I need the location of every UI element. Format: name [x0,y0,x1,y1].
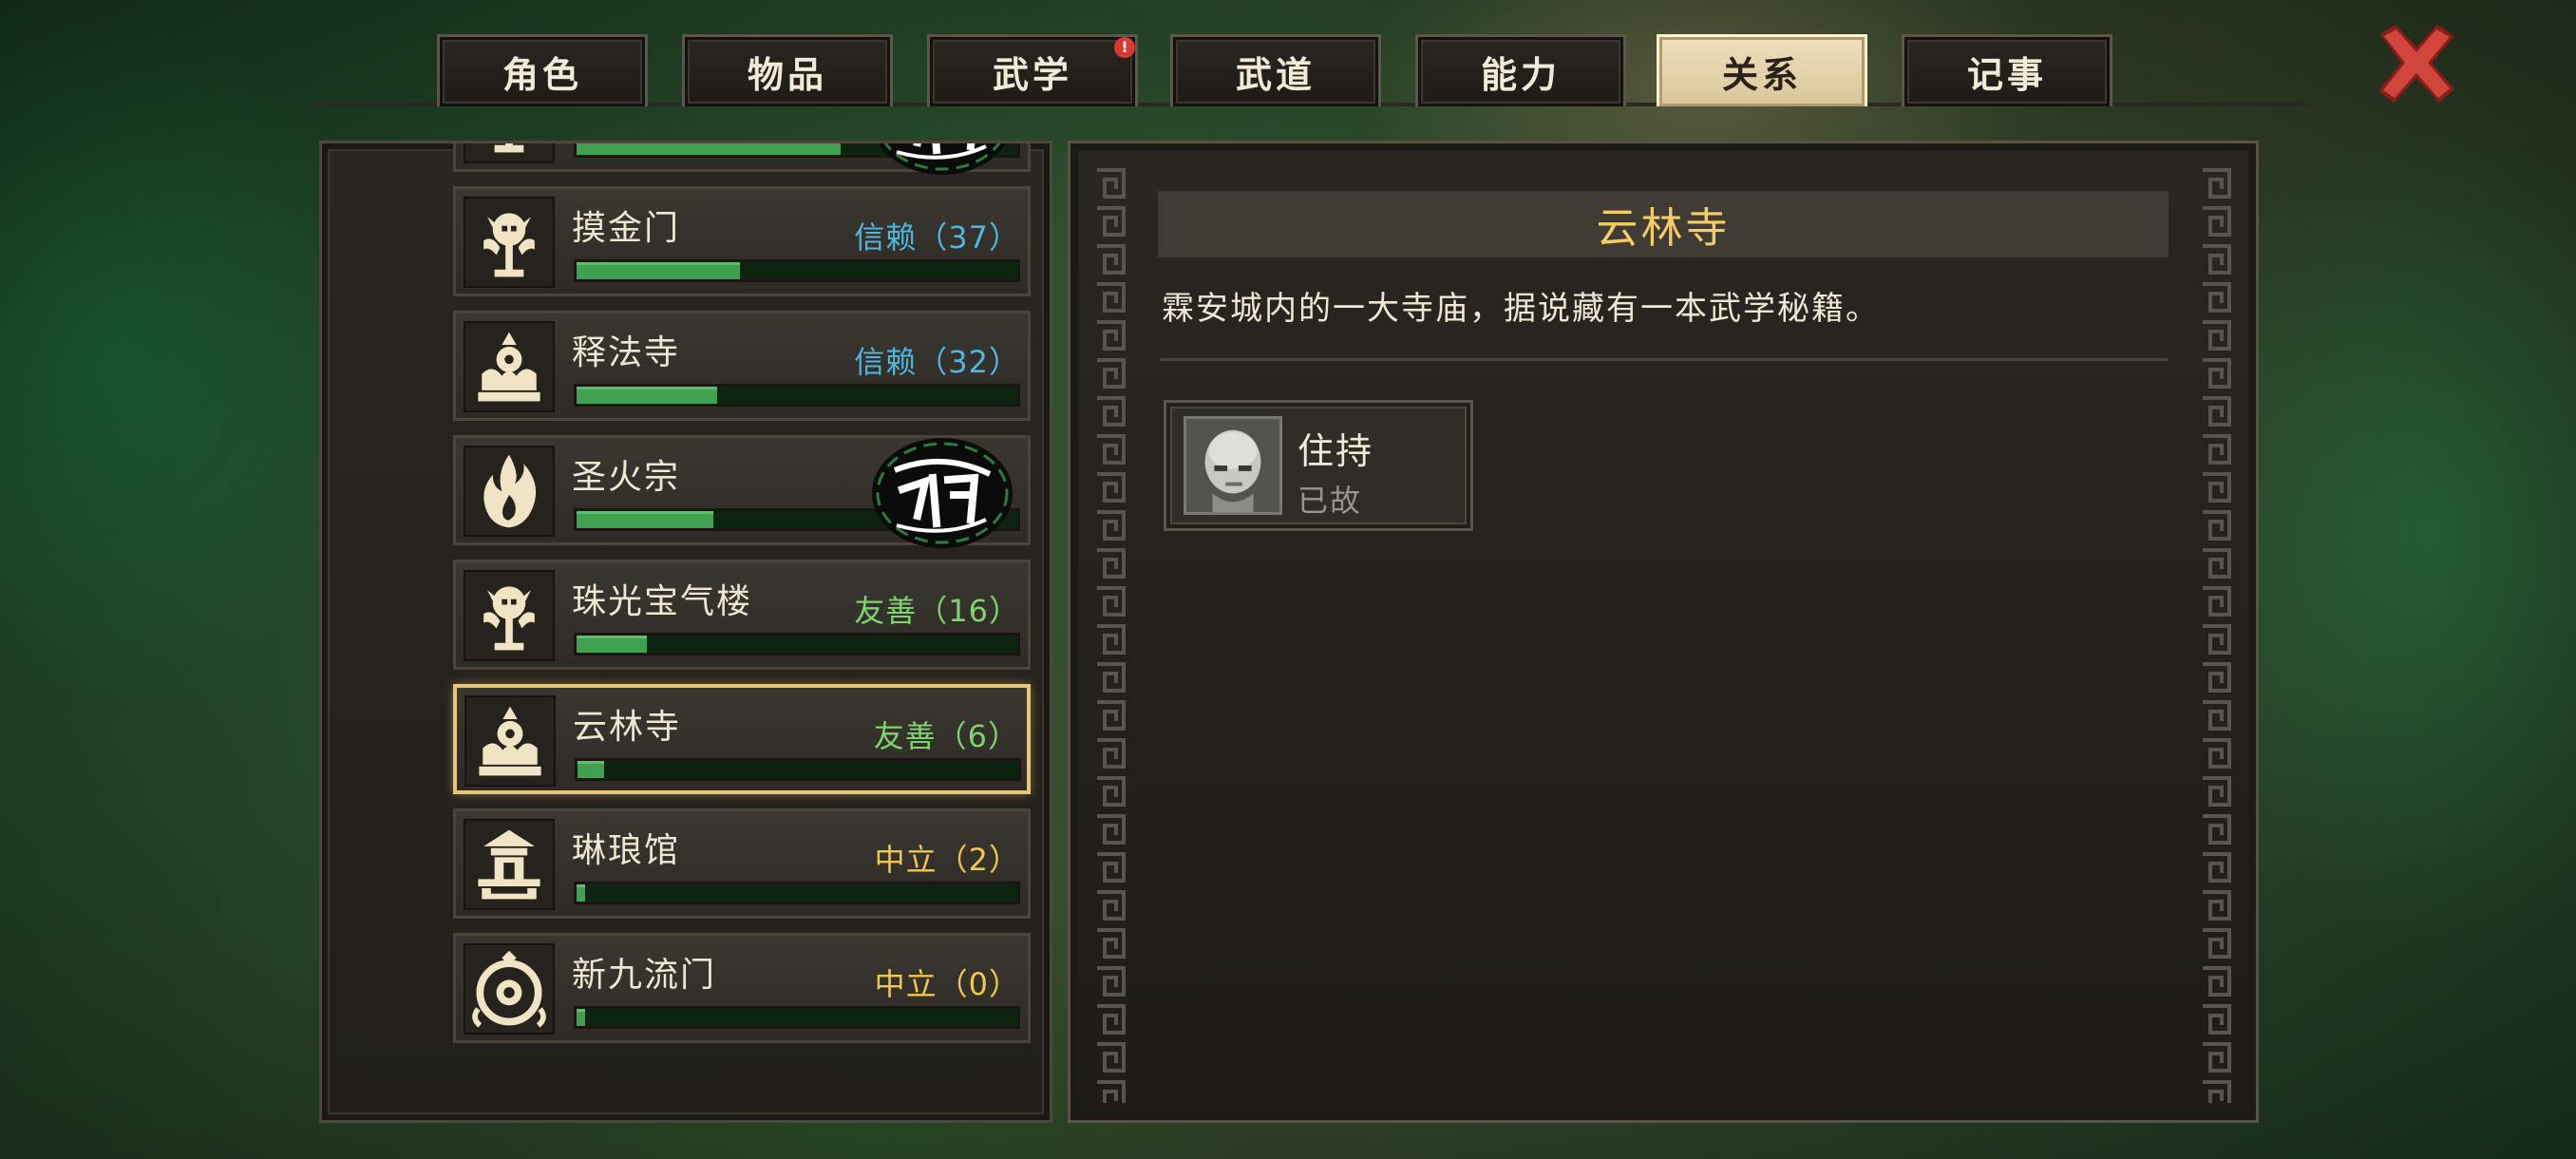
relation-bar-fill [577,636,648,653]
faction-list: 摸金门 信赖（37） 释法寺 信赖（32） 圣火宗珠光宝气楼 友善（16） 云林寺 友善（6）… [453,143,1031,1057]
tab-4[interactable]: 能力 [1415,34,1626,106]
relation-bar [574,143,1020,158]
relation-status: 中立（0） [874,966,1020,1002]
divider [1160,358,2169,361]
pavilion-emblem-icon [464,819,555,910]
tab-1[interactable]: 物品 [682,34,893,106]
faction-name: 琳琅馆 [572,831,681,870]
faction-row[interactable]: 珠光宝气楼 友善（16） [453,560,1031,670]
relation-status: 信赖（37） [854,219,1020,256]
faction-name: 云林寺 [573,708,682,747]
tab-label: 物品 [747,54,827,96]
skull-emblem-icon [464,143,555,163]
tab-5[interactable]: 关系 [1657,34,1867,106]
relation-bar-fill [577,387,718,404]
faction-row[interactable]: 云林寺 友善（6） [453,684,1031,794]
temple-emblem-icon [464,695,556,787]
tab-label: 角色 [502,54,582,96]
monk-portrait-icon [1184,416,1282,515]
detail-title-bar: 云林寺 [1158,191,2169,257]
relation-bar [574,259,1020,282]
faction-name: 珠光宝气楼 [572,582,753,621]
member-status: 已故 [1297,483,1363,519]
faction-row[interactable]: 琳琅馆 中立（2） [453,808,1031,919]
member-card[interactable]: 住持 已故 [1164,400,1473,531]
faction-detail-panel: 云林寺 霖安城内的一大寺庙，据说藏有一本武学秘籍。 住持 已故 [1068,141,2259,1123]
notification-badge-icon: ! [1114,37,1135,58]
tab-label: 能力 [1480,54,1561,96]
tab-6[interactable]: 记事 [1902,34,2112,106]
relation-bar [575,758,1021,781]
temple-emblem-icon [464,321,555,412]
tab-label: 武学 [992,54,1072,96]
skull-emblem-icon [464,570,555,661]
faction-name: 圣火宗 [572,458,681,497]
tab-0[interactable]: 角色 [437,34,648,106]
tab-label: 记事 [1966,54,2047,96]
faction-row[interactable] [453,143,1031,175]
meander-border-right [2199,166,2233,1103]
close-button[interactable] [2371,17,2462,108]
faction-row[interactable]: 释法寺 信赖（32） [453,311,1031,421]
skull-emblem-icon [464,197,555,288]
relation-bar-fill [577,511,713,528]
relation-status: 中立（2） [874,842,1020,878]
faction-name: 摸金门 [572,209,681,248]
relation-bar-fill [577,143,842,155]
tab-3[interactable]: 武道 [1170,34,1381,106]
tab-label: 关系 [1721,54,1802,96]
close-x-icon [2378,25,2454,103]
relation-status: 友善（6） [873,718,1019,754]
relation-bar-fill [578,761,604,778]
tab-2[interactable]: 武学! [927,34,1138,106]
relation-status: 友善（16） [854,593,1020,629]
faction-name: 新九流门 [572,956,717,995]
faction-name: 释法寺 [572,333,681,372]
relation-bar-fill [577,884,586,902]
relation-bar [574,882,1020,904]
relation-bar-fill [577,262,740,279]
relation-bar [574,1006,1020,1029]
detail-description: 霖安城内的一大寺庙，据说藏有一本武学秘籍。 [1162,290,1880,328]
detail-title: 云林寺 [1596,204,1731,253]
relation-status: 信赖（32） [854,344,1020,380]
relation-bar [574,384,1020,407]
faction-list-panel[interactable]: 摸金门 信赖（37） 释法寺 信赖（32） 圣火宗珠光宝气楼 友善（16） 云林寺 友善（6）… [319,141,1052,1123]
swirl-emblem-icon [464,943,555,1035]
relation-bar [574,633,1020,656]
faction-row[interactable]: 新九流门 中立（0） [453,933,1031,1043]
relation-bar [574,508,1020,531]
destroyed-stamp-icon [868,432,1016,552]
faction-row[interactable]: 摸金门 信赖（37） [453,186,1031,296]
relation-bar-fill [577,1009,586,1026]
flame-emblem-icon [464,446,555,537]
faction-row[interactable]: 圣火宗 [453,435,1031,548]
member-name: 住持 [1297,430,1374,472]
meander-border-left [1093,166,1127,1103]
tab-label: 武道 [1235,54,1316,96]
